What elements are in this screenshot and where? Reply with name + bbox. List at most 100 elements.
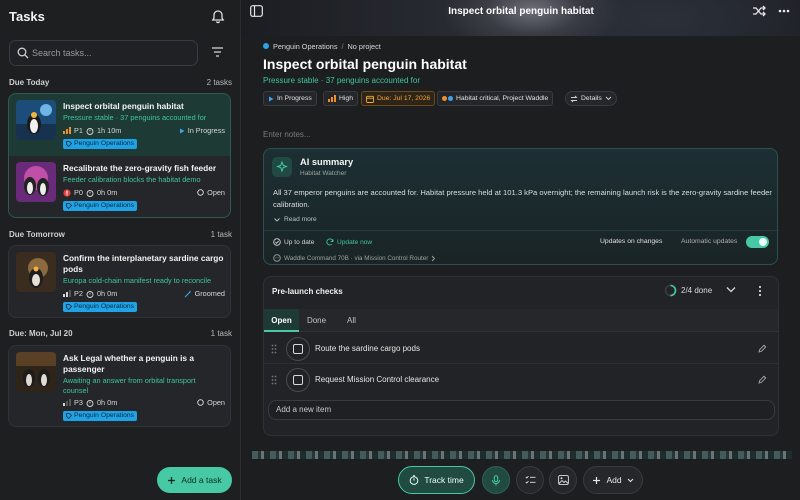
microphone-icon xyxy=(492,474,500,485)
play-icon xyxy=(179,128,185,133)
more-horizontal-icon[interactable] xyxy=(777,4,791,18)
open-circle-icon xyxy=(197,399,204,406)
breadcrumb-project[interactable]: No project xyxy=(348,42,381,51)
status-label: Groomed xyxy=(194,289,225,298)
stopwatch-icon xyxy=(86,399,94,407)
add-checklist-item-input[interactable]: Add a new item xyxy=(268,400,775,420)
priority-chip[interactable]: High xyxy=(323,91,358,106)
task-item[interactable]: Ask Legal whether a penguin is a passeng… xyxy=(9,346,230,426)
task-subtitle: Pressure stable · 37 penguins accounted … xyxy=(63,113,207,122)
chevron-down-icon xyxy=(605,96,612,101)
task-title: Recalibrate the zero-gravity fish feeder xyxy=(63,163,217,173)
stopwatch-icon xyxy=(86,189,94,197)
shuffle-icon[interactable] xyxy=(752,4,766,18)
status-chip[interactable]: In Progress xyxy=(263,91,317,106)
checklist-button[interactable] xyxy=(516,466,544,494)
tag-label: Penguin Operations xyxy=(74,140,135,147)
group-count: 2 tasks xyxy=(206,78,232,87)
labels-chip[interactable]: Habitat critical, Project Waddle xyxy=(437,91,554,106)
checklist-card: Pre-launch checks 2/4 done Open Done All… xyxy=(263,276,779,436)
task-banner: Inspect orbital penguin habitat xyxy=(242,0,800,36)
task-thumbnail xyxy=(16,100,56,140)
group-header-due-jul-20: Due: Mon, Jul 20 1 task xyxy=(9,329,232,341)
open-circle-icon xyxy=(197,189,204,196)
breadcrumb-project-group[interactable]: Penguin Operations xyxy=(273,42,338,51)
ai-summary-card: AI summary Habitat Watcher All 37 empero… xyxy=(263,148,779,265)
task-tag[interactable]: Penguin Operations xyxy=(63,411,138,421)
sidebar-header: Tasks xyxy=(0,0,240,36)
group-label: Due Today xyxy=(9,78,50,87)
add-task-button[interactable]: Add a task xyxy=(157,467,232,493)
notes-input[interactable]: Enter notes... xyxy=(263,130,311,139)
task-title-line: pods xyxy=(63,264,83,274)
search-input[interactable] xyxy=(32,45,192,61)
checklist-checkbox[interactable] xyxy=(286,368,310,392)
search-box xyxy=(9,40,198,66)
updates-on-changes-option[interactable]: Updates on changes xyxy=(600,238,662,245)
checkbox-box xyxy=(293,375,303,385)
drag-handle-icon[interactable] xyxy=(271,375,277,385)
task-tag[interactable]: Penguin Operations xyxy=(63,302,138,312)
add-menu-label: Add xyxy=(606,475,622,485)
due-date-chip[interactable]: Due: Jul 17, 2026 xyxy=(361,91,436,106)
chevron-down-icon[interactable] xyxy=(726,286,736,293)
read-more-link[interactable]: Read more xyxy=(274,216,317,223)
checklist-progress: 2/4 done xyxy=(664,284,712,297)
track-time-button[interactable]: Track time xyxy=(398,466,475,494)
task-detail-pane: Inspect orbital penguin habitat Penguin … xyxy=(242,0,800,500)
group-label: Due: Mon, Jul 20 xyxy=(9,329,73,338)
checkbox-box xyxy=(293,344,303,354)
banner-title: Inspect orbital penguin habitat xyxy=(448,6,594,17)
task-title-line: passenger xyxy=(63,364,105,374)
priority-label: P0 xyxy=(74,188,83,197)
decorative-strip xyxy=(252,451,792,459)
tab-open[interactable]: Open xyxy=(264,309,299,332)
task-thumbnail xyxy=(16,352,56,392)
task-tag[interactable]: Penguin Operations xyxy=(63,139,138,149)
refresh-icon xyxy=(326,238,334,246)
voice-input-button[interactable] xyxy=(482,466,510,494)
page-subtitle[interactable]: Pressure stable · 37 penguins accounted … xyxy=(263,76,420,85)
tab-done[interactable]: Done xyxy=(299,309,334,332)
calendar-icon xyxy=(366,95,374,103)
task-item[interactable]: Recalibrate the zero-gravity fish feeder… xyxy=(9,156,230,217)
checklist-item-label[interactable]: Request Mission Control clearance xyxy=(315,375,439,384)
duration-label: 0h 0m xyxy=(97,398,118,407)
update-now-label: Update now xyxy=(337,238,373,246)
checklist-item-label[interactable]: Route the sardine cargo pods xyxy=(315,344,420,353)
page-title[interactable]: Inspect orbital penguin habitat xyxy=(263,56,467,72)
task-duration: 0h 0m xyxy=(86,289,117,298)
task-duration: 1h 10m xyxy=(86,126,121,135)
drag-handle-icon[interactable] xyxy=(271,344,277,354)
tab-all[interactable]: All xyxy=(334,309,369,332)
update-now-button[interactable]: Update now xyxy=(326,238,372,246)
add-task-label: Add a task xyxy=(181,475,222,485)
automatic-updates-label: Automatic updates xyxy=(681,238,738,245)
filter-icon[interactable] xyxy=(211,46,224,58)
task-status: Open xyxy=(197,188,225,197)
project-dot-icon xyxy=(263,43,269,49)
task-item-selected[interactable]: Inspect orbital penguin habitat Pressure… xyxy=(9,94,230,156)
checklist-checkbox[interactable] xyxy=(286,337,310,361)
task-title: Inspect orbital penguin habitat xyxy=(63,101,184,111)
up-to-date-status: Up to date xyxy=(273,238,314,246)
add-menu-button[interactable]: Add xyxy=(583,466,643,494)
divider xyxy=(264,363,778,364)
task-title: Confirm the interplanetary sardine cargo… xyxy=(63,253,229,275)
task-tag[interactable]: Penguin Operations xyxy=(63,201,138,211)
bell-icon[interactable] xyxy=(210,9,226,25)
task-meta: P0 0h 0m Open xyxy=(63,188,229,199)
image-button[interactable] xyxy=(549,466,577,494)
priority-bars-icon xyxy=(63,290,71,297)
group-header-due-today: Due Today 2 tasks xyxy=(9,78,232,90)
duration-label: 1h 10m xyxy=(97,126,122,135)
task-status: In Progress xyxy=(179,126,225,135)
details-chip[interactable]: Details xyxy=(565,91,617,106)
pencil-icon[interactable] xyxy=(758,344,767,353)
automatic-updates-toggle[interactable] xyxy=(746,236,769,248)
more-vertical-icon[interactable] xyxy=(758,285,762,297)
checklist-item: Route the sardine cargo pods xyxy=(264,335,778,363)
pencil-icon[interactable] xyxy=(758,375,767,384)
group-header-due-tomorrow: Due Tomorrow 1 task xyxy=(9,230,232,242)
task-item[interactable]: Confirm the interplanetary sardine cargo… xyxy=(9,246,230,317)
